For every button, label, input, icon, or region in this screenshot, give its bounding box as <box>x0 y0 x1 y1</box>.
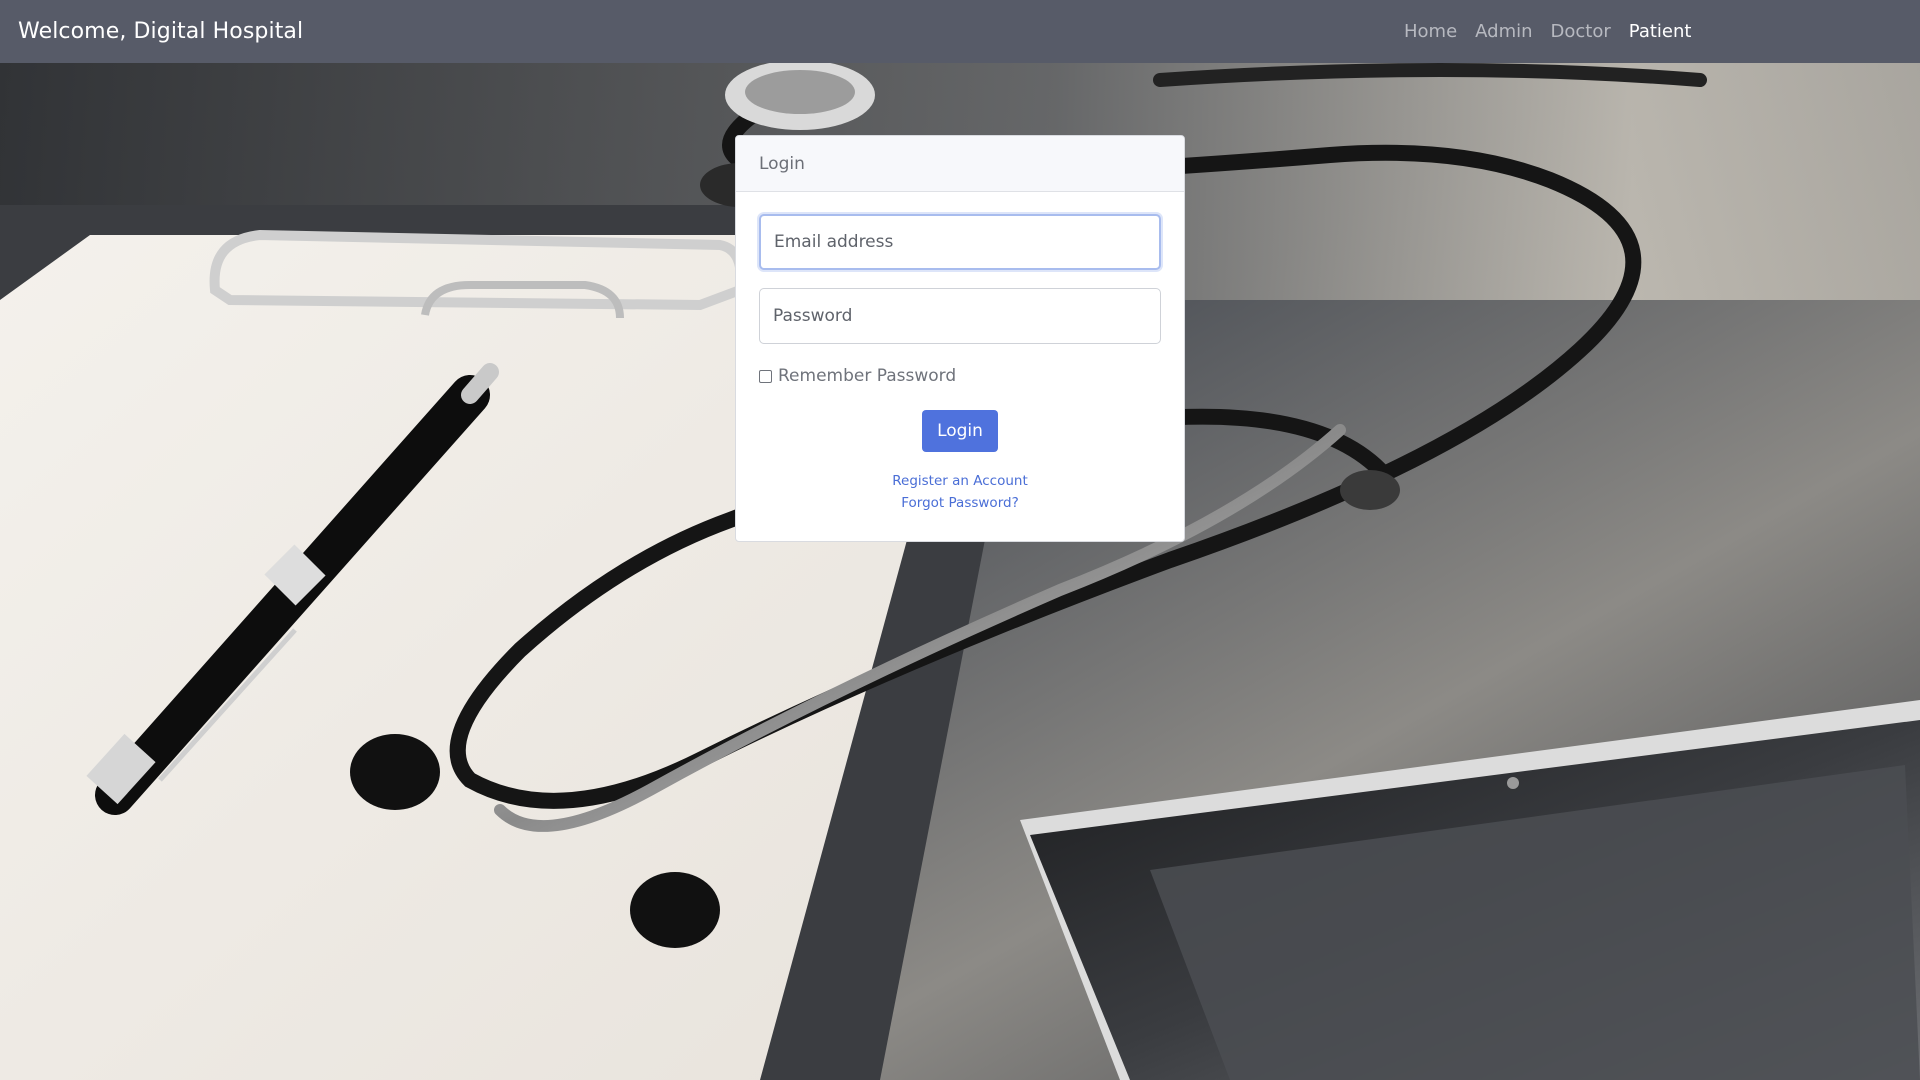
brand-title[interactable]: Welcome, Digital Hospital <box>18 19 303 44</box>
nav-links: Home Admin Doctor Patient <box>1395 0 1700 63</box>
remember-password-checkbox[interactable] <box>759 369 772 383</box>
remember-password-label[interactable]: Remember Password <box>778 366 956 386</box>
nav-link-patient[interactable]: Patient <box>1620 21 1701 42</box>
remember-password-row: Remember Password <box>759 366 1161 386</box>
email-input[interactable] <box>759 214 1161 270</box>
login-links: Register an Account Forgot Password? <box>759 470 1161 514</box>
login-button[interactable]: Login <box>922 410 998 452</box>
login-card: Login Remember Password Login Register a… <box>735 135 1185 542</box>
top-navbar: Welcome, Digital Hospital Home Admin Doc… <box>0 0 1920 63</box>
login-form: Remember Password Login Register an Acco… <box>736 192 1184 514</box>
nav-link-admin[interactable]: Admin <box>1466 21 1541 42</box>
password-input[interactable] <box>759 288 1161 344</box>
login-button-wrap: Login <box>759 410 1161 452</box>
forgot-password-link[interactable]: Forgot Password? <box>759 492 1161 514</box>
login-card-header: Login <box>736 136 1184 192</box>
login-title: Login <box>759 153 805 174</box>
nav-link-home[interactable]: Home <box>1395 21 1466 42</box>
page: Welcome, Digital Hospital Home Admin Doc… <box>0 0 1920 1080</box>
nav-link-doctor[interactable]: Doctor <box>1542 21 1620 42</box>
register-account-link[interactable]: Register an Account <box>759 470 1161 492</box>
